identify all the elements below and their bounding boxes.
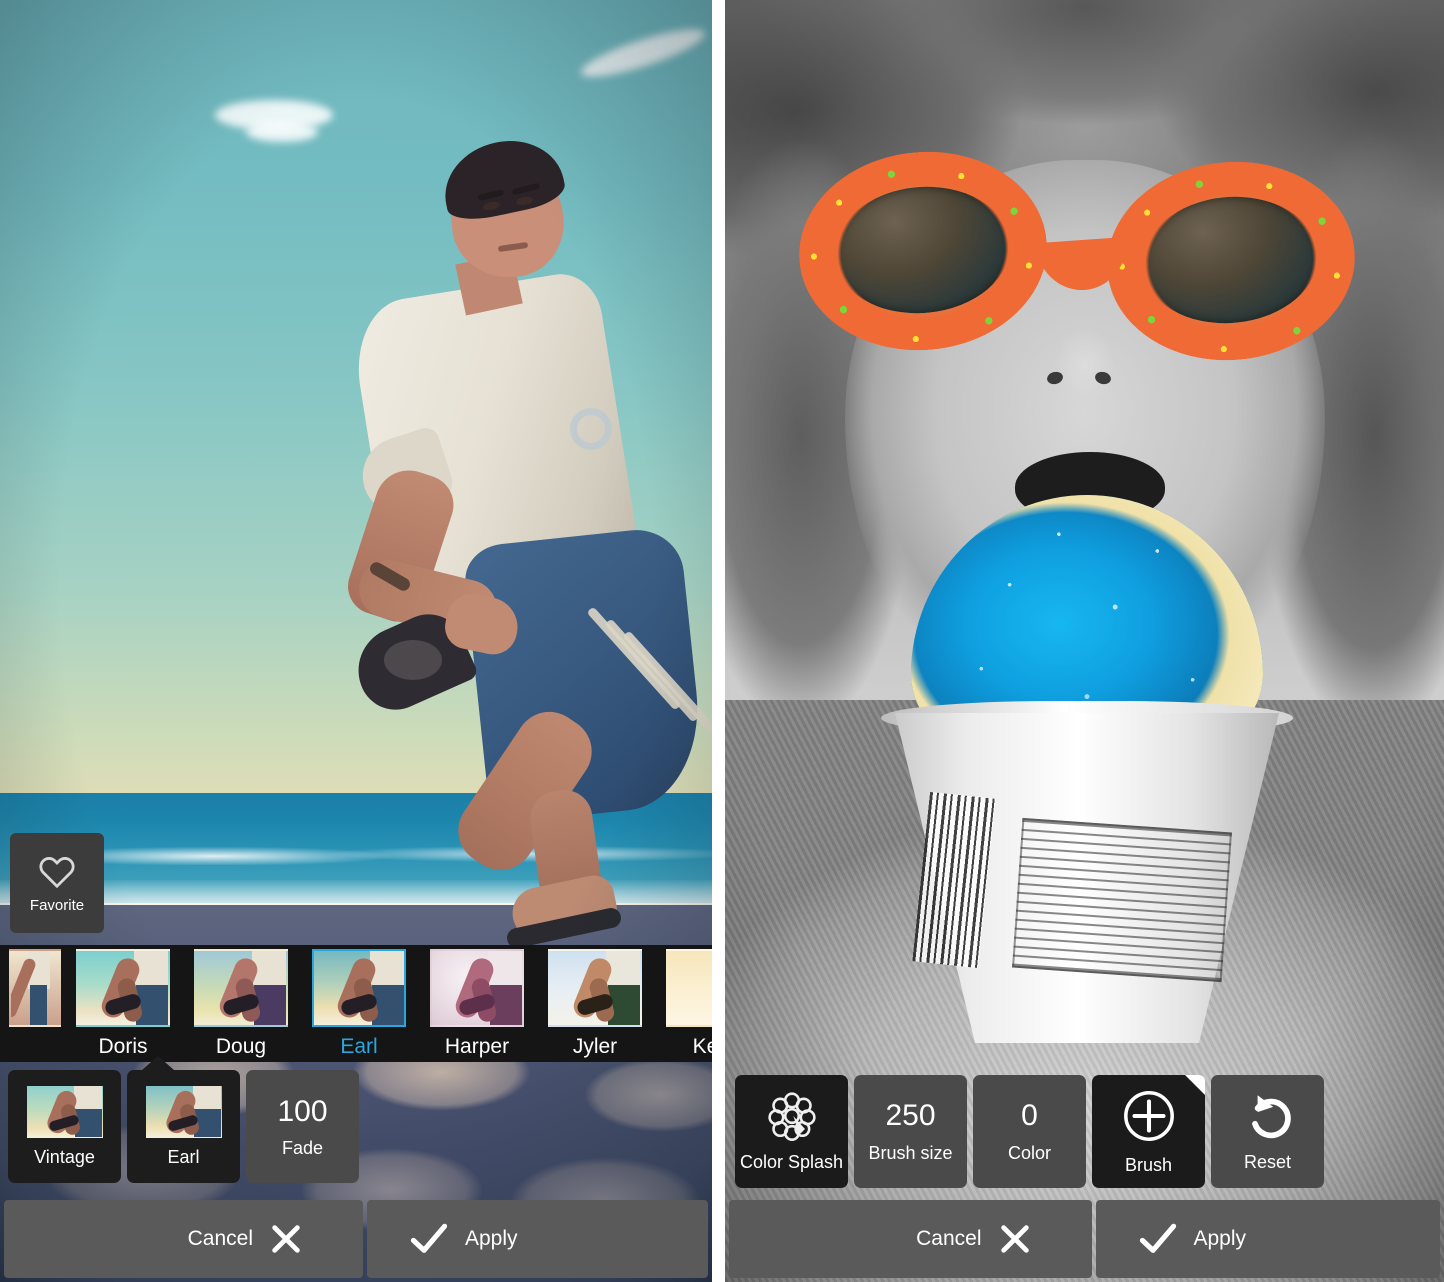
left-screen-filter-editor: Favorite Doris Doug Earl Harper Jyler K …	[0, 0, 712, 1282]
filter-item-doris[interactable]: Doris	[64, 945, 182, 1059]
tool-brush[interactable]: Brush	[1092, 1075, 1205, 1188]
filter-label: Doris	[98, 1035, 148, 1058]
corner-triangle-icon	[1185, 1075, 1205, 1095]
tool-color[interactable]: 0 Color	[973, 1075, 1086, 1188]
snow-cone	[881, 495, 1293, 1055]
close-x-icon	[1000, 1225, 1029, 1253]
earl-thumbnail	[145, 1085, 222, 1138]
filter-thumbnail	[9, 949, 61, 1027]
detail-label: Vintage	[34, 1146, 95, 1167]
close-x-icon	[272, 1225, 300, 1253]
filter-track: Doris Doug Earl Harper Jyler K	[0, 945, 712, 1062]
heart-icon	[39, 856, 75, 888]
fade-value: 100	[277, 1094, 328, 1128]
cloud-shape	[246, 122, 318, 142]
tool-label: Color	[1007, 1143, 1051, 1163]
undo-arrow-icon	[1251, 1095, 1291, 1139]
tool-reset[interactable]: Reset	[1211, 1075, 1324, 1188]
cup-label-text	[1012, 817, 1232, 983]
brush-size-value: 250	[885, 1099, 936, 1132]
apply-label: Apply	[465, 1227, 518, 1250]
filter-item-earl[interactable]: Earl	[300, 945, 418, 1059]
filter-carousel[interactable]: Doris Doug Earl Harper Jyler K	[0, 945, 712, 1062]
cancel-label: Cancel	[916, 1227, 982, 1250]
filter-thumbnail	[666, 949, 712, 1027]
detail-card-fade[interactable]: 100 Fade	[246, 1070, 359, 1183]
detail-label: Fade	[281, 1137, 324, 1158]
filter-label: Jyler	[572, 1035, 618, 1058]
color-splash-toolbar: Color Splash 250 Brush size 0 Color Brus…	[735, 1075, 1324, 1188]
tool-label: Reset	[1243, 1152, 1292, 1172]
apply-label: Apply	[1193, 1227, 1247, 1250]
sunglasses-lens-left	[810, 161, 1034, 339]
favorite-label: Favorite	[29, 896, 85, 914]
sunglasses-lens-right	[1118, 171, 1342, 349]
flower-sunglasses	[790, 141, 1405, 371]
vintage-thumbnail	[26, 1085, 103, 1138]
cloud-shape	[577, 20, 709, 86]
sunglasses-bridge	[1035, 236, 1131, 294]
person-subject	[300, 130, 712, 950]
filter-detail-row: Vintage Earl 100 Fade	[8, 1070, 359, 1183]
filter-thumbnail	[548, 949, 642, 1027]
right-screen-color-splash: Color Splash 250 Brush size 0 Color Brus…	[725, 0, 1444, 1282]
apply-button[interactable]: Apply	[1095, 1200, 1440, 1278]
tool-label: Brush	[1124, 1155, 1173, 1175]
plus-circle-icon	[1123, 1091, 1174, 1141]
filter-label: Kevi	[692, 1035, 712, 1058]
left-action-bar: Cancel Apply	[0, 1200, 712, 1282]
flower-icon	[767, 1092, 816, 1141]
check-icon	[410, 1223, 448, 1253]
selection-caret-icon	[142, 1056, 174, 1070]
filter-item-doug[interactable]: Doug	[182, 945, 300, 1059]
filter-thumbnail	[194, 949, 288, 1027]
filter-item-harper[interactable]: Harper	[418, 945, 536, 1059]
color-value: 0	[1021, 1099, 1038, 1132]
cancel-label: Cancel	[187, 1227, 253, 1250]
filter-item-kevin-truncated[interactable]: Kevi	[654, 945, 712, 1059]
filter-label: Doug	[215, 1035, 267, 1058]
apply-button[interactable]: Apply	[367, 1200, 708, 1278]
cancel-button[interactable]: Cancel	[729, 1200, 1092, 1278]
tool-label: Color Splash	[739, 1152, 844, 1172]
filter-label: Earl	[340, 1035, 378, 1058]
filter-thumbnail	[76, 949, 170, 1027]
cancel-button[interactable]: Cancel	[4, 1200, 363, 1278]
filter-item-partial-left[interactable]	[6, 945, 64, 1035]
detail-card-vintage[interactable]: Vintage	[8, 1070, 121, 1183]
favorite-button[interactable]: Favorite	[10, 833, 104, 933]
filter-label: Harper	[444, 1035, 510, 1058]
right-action-bar: Cancel Apply	[725, 1200, 1444, 1282]
check-icon	[1139, 1223, 1176, 1253]
tool-label: Brush size	[868, 1143, 953, 1163]
filter-item-jyler[interactable]: Jyler	[536, 945, 654, 1059]
filter-thumbnail	[430, 949, 524, 1027]
dual-screenshot-container: Favorite Doris Doug Earl Harper Jyler K …	[0, 0, 1444, 1282]
tool-color-splash[interactable]: Color Splash	[735, 1075, 848, 1188]
panel-divider	[712, 0, 725, 1282]
detail-card-earl[interactable]: Earl	[127, 1070, 240, 1183]
filter-thumbnail	[312, 949, 406, 1027]
detail-label: Earl	[167, 1146, 200, 1167]
tool-brush-size[interactable]: 250 Brush size	[854, 1075, 967, 1188]
